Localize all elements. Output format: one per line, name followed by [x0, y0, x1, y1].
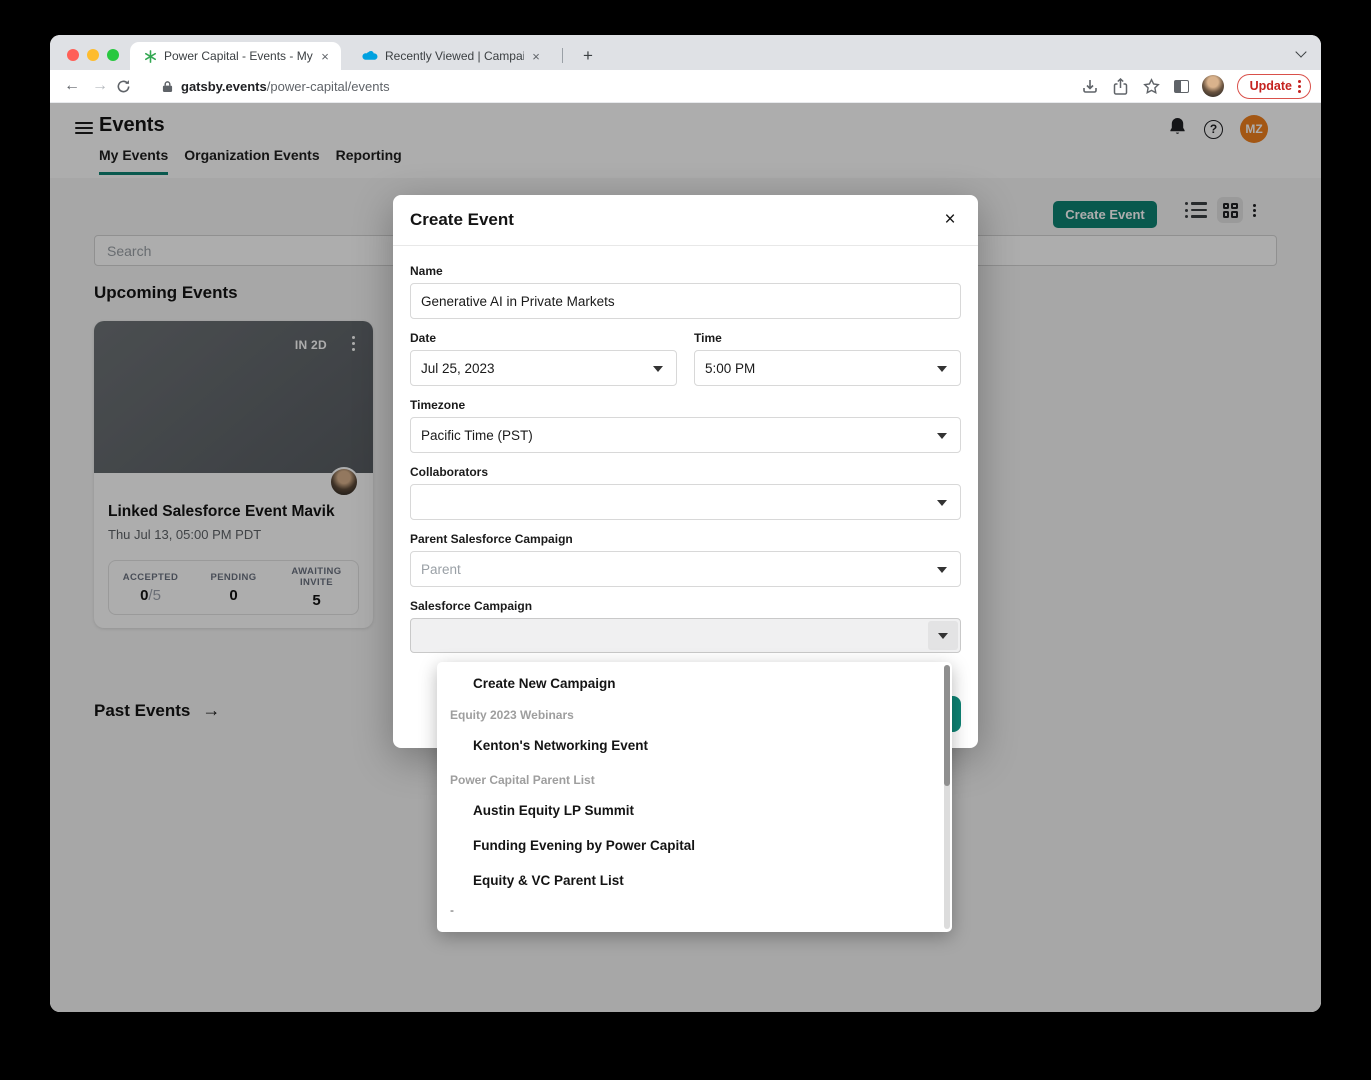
maximize-window-button[interactable]: [107, 49, 119, 61]
timezone-select[interactable]: Pacific Time (PST): [410, 417, 961, 453]
salesforce-cloud-favicon-icon: [362, 50, 378, 62]
close-icon[interactable]: ×: [939, 209, 961, 231]
minimize-window-button[interactable]: [87, 49, 99, 61]
chevron-down-icon: [937, 567, 947, 573]
chevron-down-icon: [937, 500, 947, 506]
modal-title: Create Event: [410, 210, 514, 230]
salesforce-campaign-dropdown: Create New Campaign Equity 2023 WebinarsK…: [437, 662, 952, 932]
dropdown-scrollbar-thumb[interactable]: [944, 665, 950, 786]
dropdown-group-label: Power Capital Parent List: [437, 767, 952, 793]
browser-profile-avatar[interactable]: [1202, 75, 1224, 97]
back-button[interactable]: ←: [58, 77, 86, 95]
bookmark-star-icon[interactable]: [1143, 77, 1161, 95]
update-label: Update: [1250, 79, 1292, 93]
side-panel-icon[interactable]: [1174, 80, 1189, 93]
chevron-down-icon: [937, 433, 947, 439]
dropdown-group-label: Equity 2023 Webinars: [437, 702, 952, 728]
modal-header: Create Event ×: [393, 195, 978, 246]
window-controls[interactable]: [67, 49, 119, 61]
chevron-down-icon: [937, 366, 947, 372]
tab-power-capital-events[interactable]: Power Capital - Events - My Ev ×: [130, 42, 341, 70]
tab-title: Power Capital - Events - My Ev: [164, 49, 313, 63]
url-path: /power-capital/events: [267, 79, 390, 94]
campaign-label: Salesforce Campaign: [410, 599, 961, 613]
browser-tabstrip: Power Capital - Events - My Ev × Recentl…: [50, 35, 1321, 70]
dropdown-option[interactable]: Create New Campaign: [437, 668, 952, 698]
chevron-down-icon: [653, 366, 663, 372]
browser-toolbar: ← → gatsby.events/power-capital/events: [50, 70, 1321, 103]
url-domain: gatsby.events: [181, 79, 267, 94]
date-select[interactable]: Jul 25, 2023: [410, 350, 677, 386]
tab-title: Recently Viewed | Campaigns |: [385, 49, 524, 63]
dropdown-option[interactable]: Funding Evening by Power Capital: [437, 828, 952, 863]
forward-button[interactable]: →: [86, 77, 114, 95]
name-label: Name: [410, 264, 961, 278]
lock-icon: [162, 80, 173, 93]
download-icon[interactable]: [1081, 77, 1099, 95]
tab-search-chevron-icon[interactable]: [1295, 46, 1306, 57]
timezone-label: Timezone: [410, 398, 961, 412]
new-tab-button[interactable]: +: [576, 44, 600, 68]
chrome-update-button[interactable]: Update: [1237, 74, 1311, 99]
asterisk-favicon-icon: [144, 50, 157, 63]
collaborators-select[interactable]: [410, 484, 961, 520]
dropdown-option[interactable]: Equity & VC Parent List: [437, 863, 952, 898]
dropdown-option[interactable]: Kenton's Networking Event: [437, 728, 952, 763]
tab-close-icon[interactable]: ×: [317, 48, 333, 64]
salesforce-campaign-select[interactable]: [410, 618, 961, 653]
screen: Power Capital - Events - My Ev × Recentl…: [0, 0, 1371, 1080]
time-select[interactable]: 5:00 PM: [694, 350, 961, 386]
date-label: Date: [410, 331, 677, 345]
share-icon[interactable]: [1112, 77, 1130, 95]
url-bar[interactable]: gatsby.events/power-capital/events: [181, 79, 390, 94]
modal-body: Name Generative AI in Private Markets Da…: [410, 252, 961, 653]
tab-close-icon[interactable]: ×: [528, 48, 544, 64]
name-field[interactable]: Generative AI in Private Markets: [410, 283, 961, 319]
time-label: Time: [694, 331, 961, 345]
reload-button[interactable]: [114, 77, 132, 95]
parent-campaign-select[interactable]: Parent: [410, 551, 961, 587]
tab-recently-viewed-campaigns[interactable]: Recently Viewed | Campaigns | ×: [350, 42, 552, 70]
collaborators-label: Collaborators: [410, 465, 961, 479]
chevron-down-icon: [928, 621, 958, 650]
close-window-button[interactable]: [67, 49, 79, 61]
dropdown-footer: -: [437, 898, 952, 922]
dropdown-option[interactable]: Austin Equity LP Summit: [437, 793, 952, 828]
browser-menu-icon[interactable]: [1298, 80, 1301, 93]
parent-campaign-label: Parent Salesforce Campaign: [410, 532, 961, 546]
tab-divider: [562, 48, 563, 63]
